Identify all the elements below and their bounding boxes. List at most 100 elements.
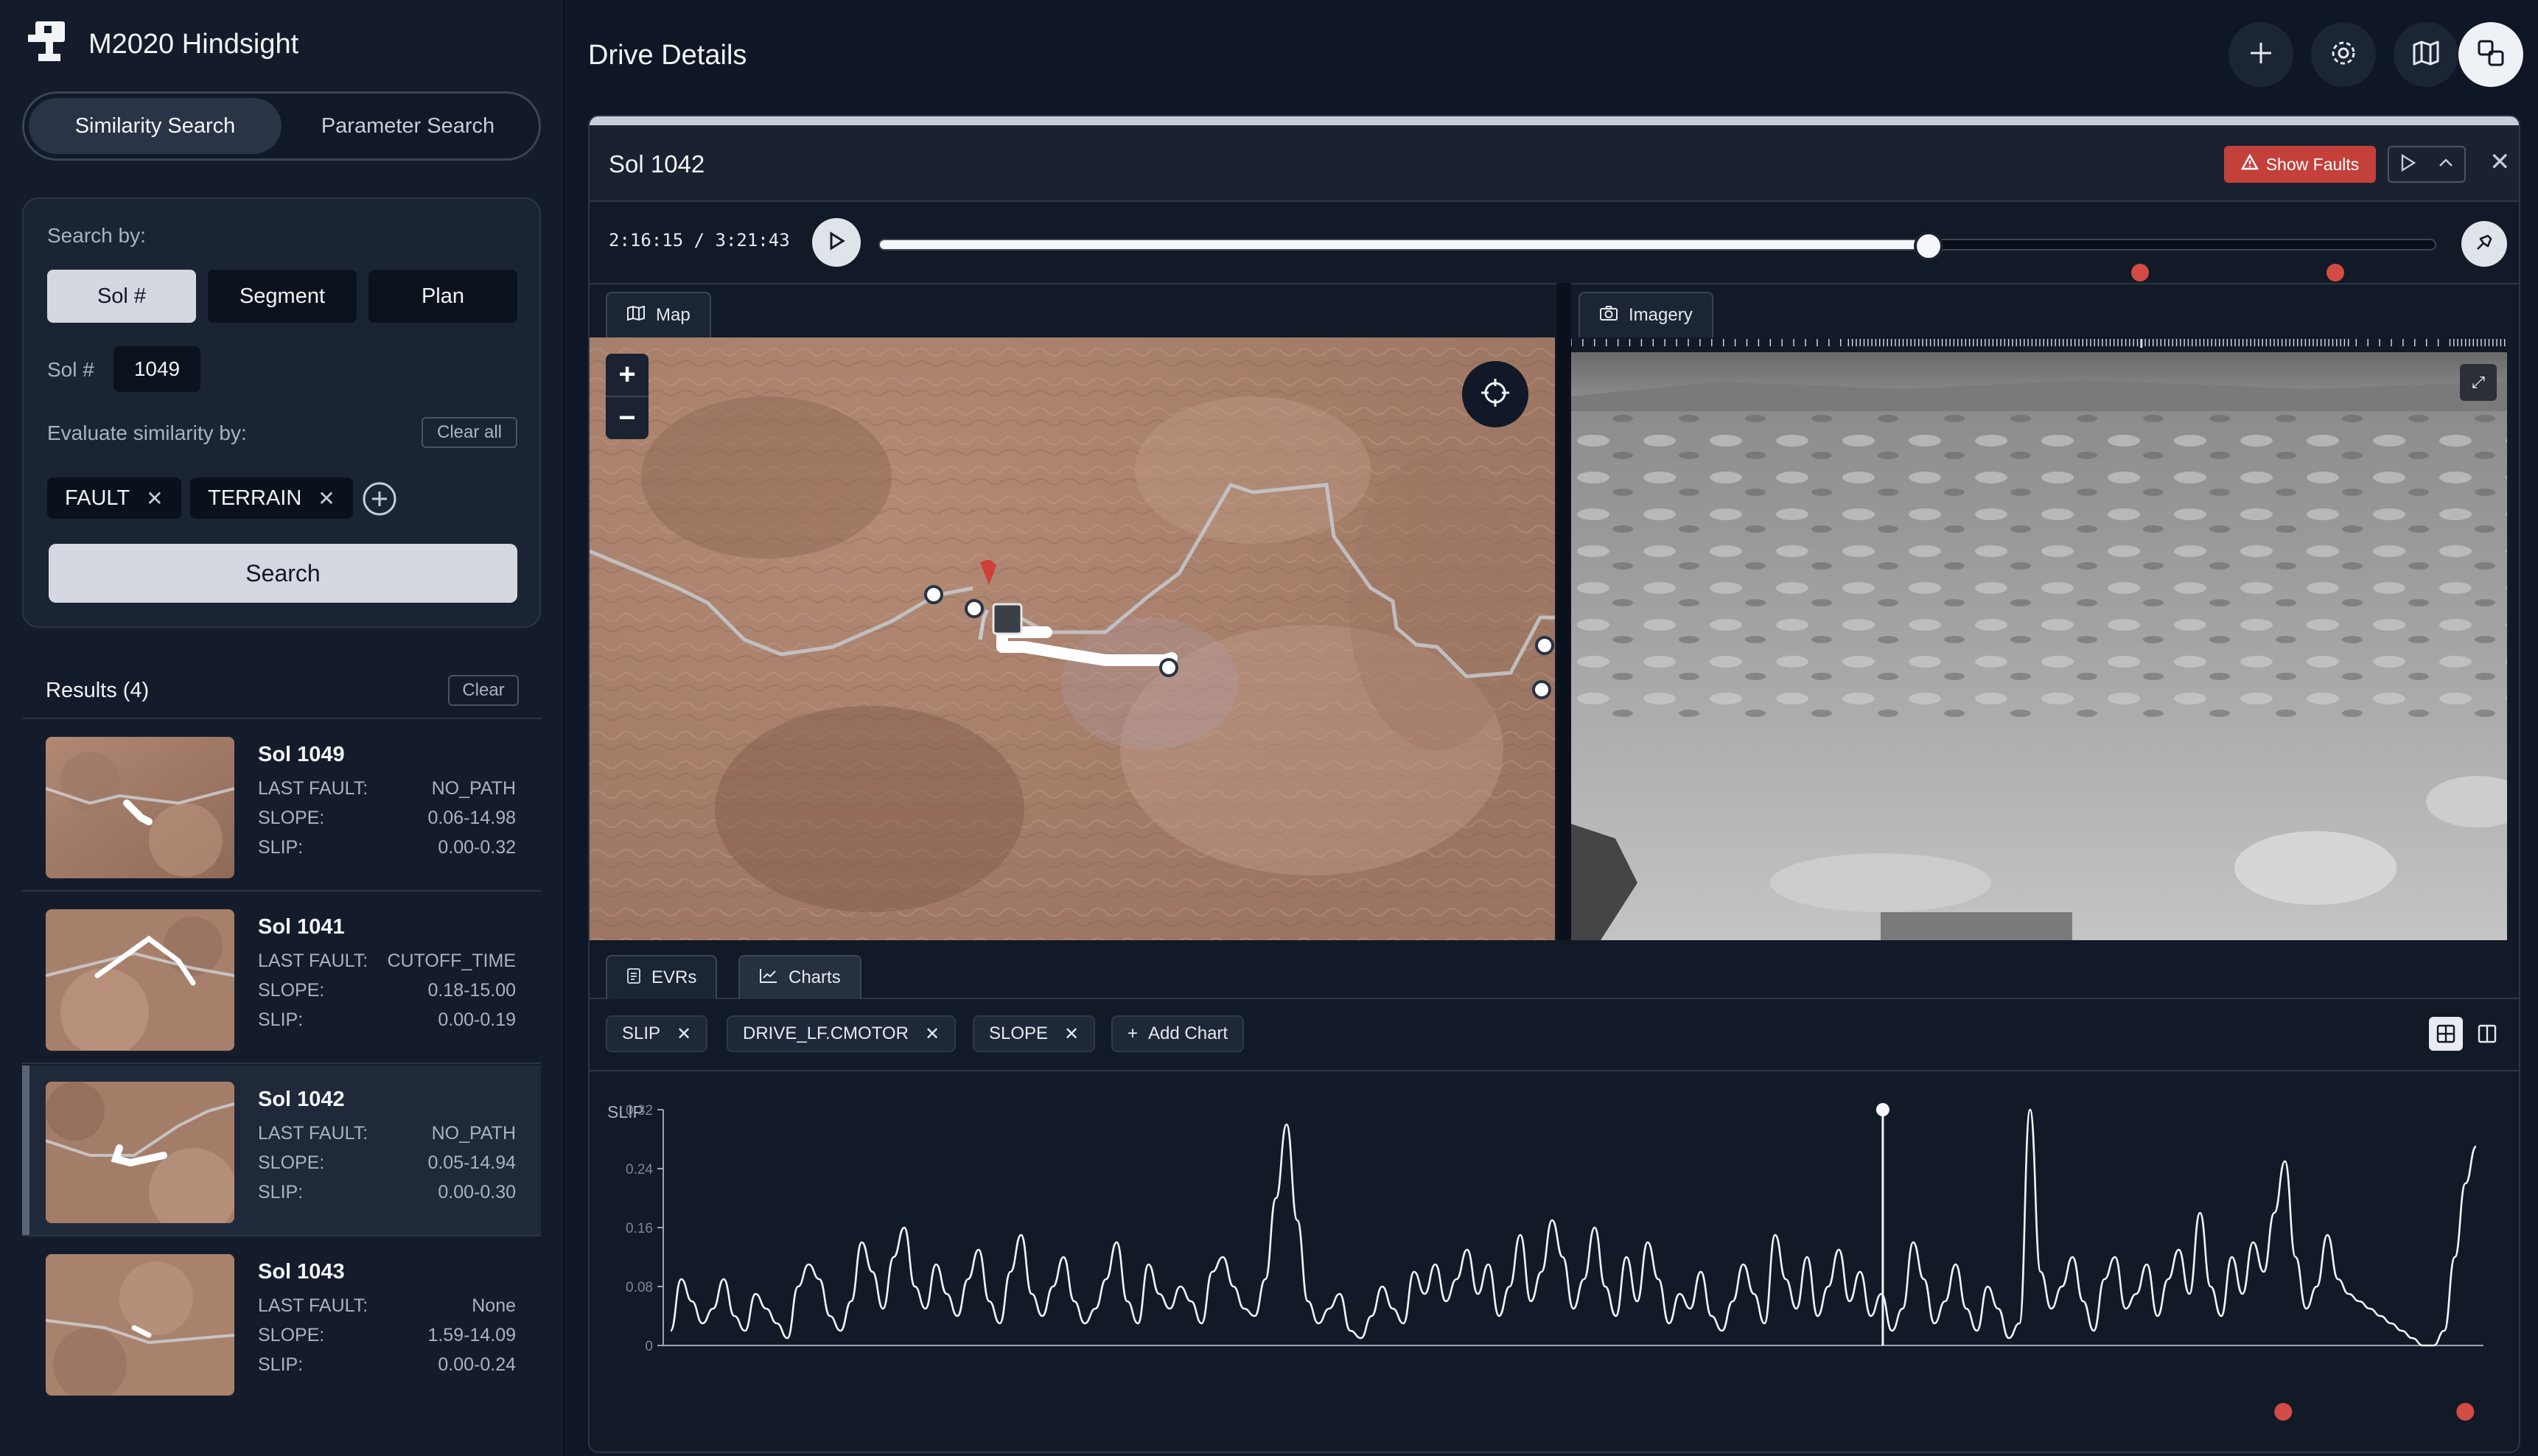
show-faults-label: Show Faults: [2265, 154, 2360, 174]
slip-value: 0.00-0.24: [438, 1354, 516, 1375]
remove-x-icon[interactable]: ✕: [925, 1023, 940, 1045]
criterion-chip-terrain[interactable]: TERRAIN ✕: [190, 477, 353, 519]
result-thumbnail: [46, 1254, 234, 1396]
fault-marker[interactable]: [2131, 264, 2150, 281]
expand-icon[interactable]: ⤢: [2460, 364, 2497, 401]
slip-value: 0.00-0.30: [438, 1182, 516, 1203]
playback-toggle-group: [2388, 146, 2466, 183]
slip-series-line: [669, 1108, 2478, 1347]
y-tick-label: 0.16: [626, 1221, 653, 1236]
chart-fault-marker[interactable]: [2456, 1403, 2475, 1421]
result-title: Sol 1041: [258, 915, 345, 939]
show-faults-button[interactable]: Show Faults: [2224, 146, 2376, 183]
tab-charts-label: Charts: [789, 967, 841, 987]
criterion-chip-fault[interactable]: FAULT ✕: [47, 477, 181, 519]
search-button[interactable]: Search: [49, 544, 517, 603]
slip-label: SLIP:: [258, 1182, 304, 1203]
add-chart-button[interactable]: + Add Chart: [1111, 1015, 1245, 1052]
slope-label: SLOPE:: [258, 980, 325, 1001]
y-tick-label: 0: [645, 1339, 653, 1354]
result-thumbnail: [46, 737, 234, 878]
rover-camera-image: [1571, 352, 2507, 940]
fault-label: LAST FAULT:: [258, 778, 368, 799]
compare-button[interactable]: [2458, 22, 2523, 87]
slip-label: SLIP:: [258, 837, 304, 858]
imagery-frame-ticks[interactable]: [1570, 337, 2507, 348]
remove-x-icon[interactable]: ✕: [677, 1023, 691, 1045]
remove-x-icon[interactable]: ✕: [1064, 1023, 1079, 1045]
fault-value: NO_PATH: [431, 778, 516, 799]
criterion-label: FAULT: [65, 486, 130, 510]
zoom-out-button[interactable]: −: [606, 396, 649, 439]
tab-charts[interactable]: Charts: [738, 955, 861, 999]
imagery-view[interactable]: ⤢: [1571, 352, 2507, 940]
camera-icon: [1599, 305, 1618, 326]
result-slope-row: SLOPE: 1.59-14.09: [258, 1325, 516, 1346]
tab-imagery[interactable]: Imagery: [1579, 292, 1713, 337]
chart-chip-label: DRIVE_LF.CMOTOR: [743, 1023, 909, 1043]
tab-parameter-search[interactable]: Parameter Search: [282, 98, 534, 154]
settings-button[interactable]: [2311, 22, 2376, 87]
slip-label: SLIP:: [258, 1354, 304, 1375]
fault-value: NO_PATH: [431, 1123, 516, 1144]
clear-results-button[interactable]: Clear: [448, 675, 519, 706]
search-by-segment-button[interactable]: Segment: [208, 270, 357, 323]
view-divider[interactable]: [1556, 283, 1571, 940]
y-tick-label: 0.24: [626, 1162, 653, 1177]
slip-line-chart[interactable]: 0 0.08 0.16 0.24 0.32: [590, 1102, 2506, 1449]
page-title: Drive Details: [588, 40, 747, 71]
slope-label: SLOPE:: [258, 808, 325, 828]
remove-x-icon[interactable]: ✕: [146, 486, 163, 511]
result-item[interactable]: Sol 1043 LAST FAULT: None SLOPE: 1.59-14.0…: [22, 1238, 541, 1409]
tab-evrs[interactable]: EVRs: [606, 955, 718, 999]
columns-layout-icon[interactable]: [2470, 1017, 2504, 1051]
result-slip-row: SLIP: 0.00-0.24: [258, 1354, 516, 1376]
add-button[interactable]: [2228, 22, 2293, 87]
clipboard-icon: [626, 967, 641, 990]
slope-label: SLOPE:: [258, 1325, 325, 1345]
search-by-plan-button[interactable]: Plan: [368, 270, 517, 323]
slope-value: 0.05-14.94: [427, 1152, 516, 1173]
clear-all-button[interactable]: Clear all: [422, 417, 517, 448]
result-thumbnail: [46, 909, 234, 1051]
timeline-scrubber[interactable]: [878, 231, 2436, 261]
close-icon[interactable]: ✕: [2489, 147, 2511, 177]
search-by-sol-button[interactable]: Sol #: [47, 270, 196, 323]
result-item[interactable]: Sol 1041 LAST FAULT: CUTOFF_TIME SLOPE: 0.…: [22, 893, 541, 1064]
fault-marker[interactable]: [2326, 264, 2344, 281]
result-title: Sol 1049: [258, 743, 345, 766]
chart-chip-label: SLOPE: [989, 1023, 1049, 1043]
chevron-up-icon[interactable]: [2437, 157, 2455, 172]
add-criterion-icon[interactable]: [361, 480, 398, 517]
drive-title: Sol 1042: [609, 150, 705, 178]
map-icon: [2411, 38, 2441, 72]
chart-chip-slope[interactable]: SLOPE ✕: [973, 1015, 1096, 1052]
play-outline-icon[interactable]: [2399, 153, 2417, 176]
chart-fault-marker[interactable]: [2274, 1403, 2293, 1421]
remove-x-icon[interactable]: ✕: [318, 486, 335, 511]
play-button[interactable]: [812, 218, 861, 267]
recenter-button[interactable]: [1462, 361, 1528, 427]
slip-value: 0.00-0.19: [438, 1009, 516, 1030]
chart-chip-slip[interactable]: SLIP ✕: [606, 1015, 708, 1052]
chart-chip-drive-lf-cmotor[interactable]: DRIVE_LF.CMOTOR ✕: [727, 1015, 957, 1052]
timeline-handle[interactable]: [1913, 231, 1943, 261]
gear-icon: [2328, 38, 2359, 72]
sol-field-label: Sol #: [47, 358, 94, 381]
bottom-tab-strip: EVRs Charts: [590, 945, 2519, 999]
result-item[interactable]: Sol 1049 LAST FAULT: NO_PATH SLOPE: 0.06-1…: [22, 721, 541, 892]
result-item-selected[interactable]: Sol 1042 LAST FAULT: NO_PATH SLOPE: 0.05-1…: [22, 1065, 541, 1236]
zoom-in-button[interactable]: +: [606, 354, 649, 396]
result-slope-row: SLOPE: 0.18-15.00: [258, 980, 516, 1001]
grid-layout-icon[interactable]: [2429, 1017, 2463, 1051]
tab-similarity-search[interactable]: Similarity Search: [29, 98, 282, 154]
result-slip-row: SLIP: 0.00-0.19: [258, 1009, 516, 1031]
evaluate-similarity-label: Evaluate similarity by:: [47, 421, 247, 444]
chart-cursor-handle[interactable]: [1875, 1103, 1889, 1116]
fault-label: LAST FAULT:: [258, 1295, 368, 1316]
tab-map[interactable]: Map: [606, 292, 711, 337]
map-button[interactable]: [2394, 22, 2458, 87]
sol-number-input[interactable]: 1049: [113, 346, 200, 392]
launch-button[interactable]: [2461, 221, 2507, 267]
map-view[interactable]: + −: [590, 337, 1555, 940]
